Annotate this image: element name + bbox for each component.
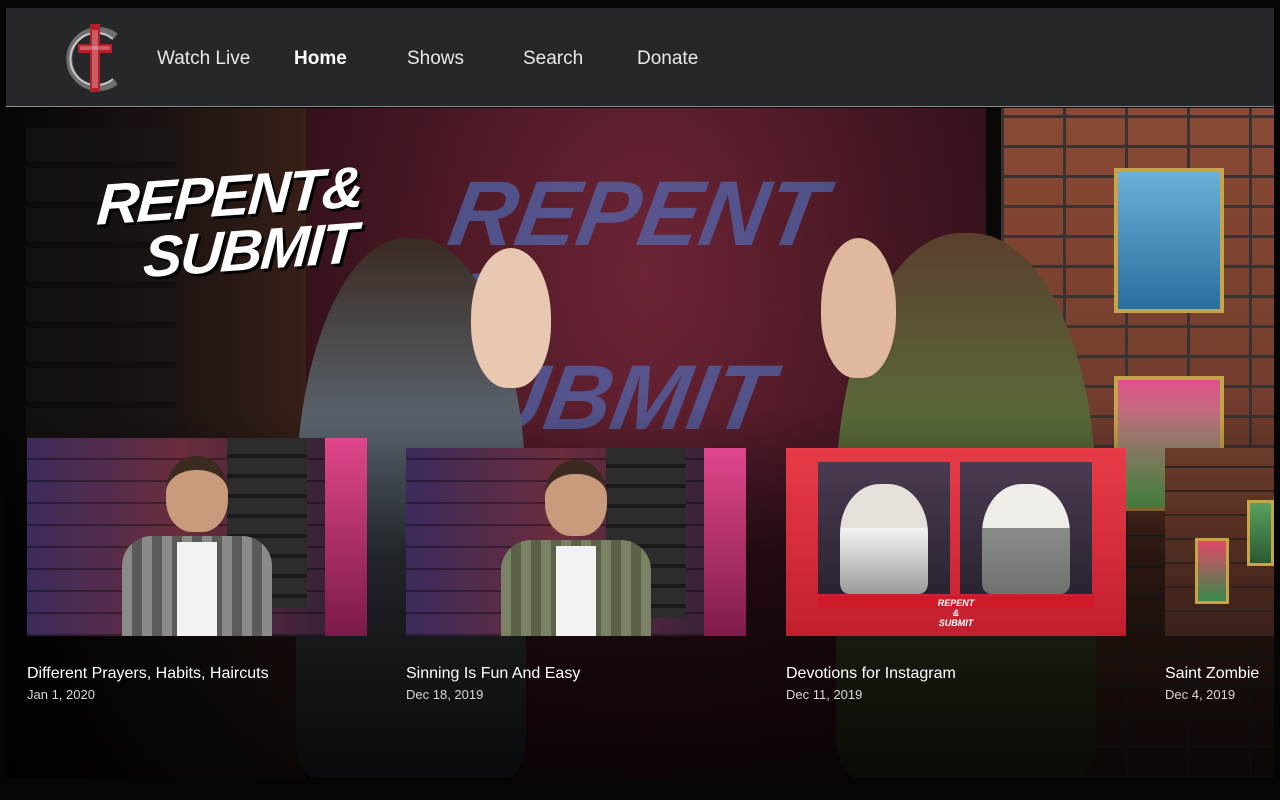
episode-date: Jan 1, 2020 xyxy=(27,687,95,702)
nav-home[interactable]: Home xyxy=(294,47,347,71)
episode-thumbnail xyxy=(1165,448,1274,636)
episode-thumbnail xyxy=(406,448,746,636)
episode-thumbnail xyxy=(27,438,367,636)
episode-title: Sinning Is Fun And Easy xyxy=(406,665,581,682)
nav-donate[interactable]: Donate xyxy=(637,47,698,71)
episode-thumbnail: REPENT & SUBMIT xyxy=(786,448,1126,636)
episode-card[interactable]: Saint Zombie Dec 4, 2019 xyxy=(1165,438,1274,703)
episode-card[interactable]: Different Prayers, Habits, Haircuts Jan … xyxy=(27,438,367,703)
top-nav-bar: Watch Live Home Shows Search Donate xyxy=(6,8,1274,107)
hero-portrait-frame xyxy=(1114,168,1224,313)
episode-date: Dec 18, 2019 xyxy=(406,687,484,702)
hero-mask-right xyxy=(821,238,896,378)
episode-card[interactable]: Sinning Is Fun And Easy Dec 18, 2019 xyxy=(406,438,746,703)
nav-shows[interactable]: Shows xyxy=(407,47,464,71)
nav-search[interactable]: Search xyxy=(523,47,583,71)
cross-c-logo-icon[interactable] xyxy=(66,22,124,94)
nav-watch-live[interactable]: Watch Live xyxy=(157,47,250,71)
episode-host-figure xyxy=(501,460,651,636)
split-panel-right xyxy=(960,462,1092,594)
episode-title: Saint Zombie xyxy=(1165,665,1260,682)
episode-thumbnail-logo: REPENT & SUBMIT xyxy=(937,598,975,628)
show-title-logo: REPENT& SUBMIT xyxy=(91,154,365,290)
episode-title: Devotions for Instagram xyxy=(786,665,956,682)
episode-host-figure xyxy=(122,456,272,636)
episode-date: Dec 11, 2019 xyxy=(786,687,863,702)
split-panel-left xyxy=(818,462,950,594)
episode-date: Dec 4, 2019 xyxy=(1165,687,1236,702)
app-frame: Watch Live Home Shows Search Donate REPE… xyxy=(0,0,1280,800)
hero-mask-left xyxy=(471,248,551,388)
episode-card[interactable]: REPENT & SUBMIT Devotions for Instagram … xyxy=(786,438,1126,703)
episode-title: Different Prayers, Habits, Haircuts xyxy=(27,665,269,682)
